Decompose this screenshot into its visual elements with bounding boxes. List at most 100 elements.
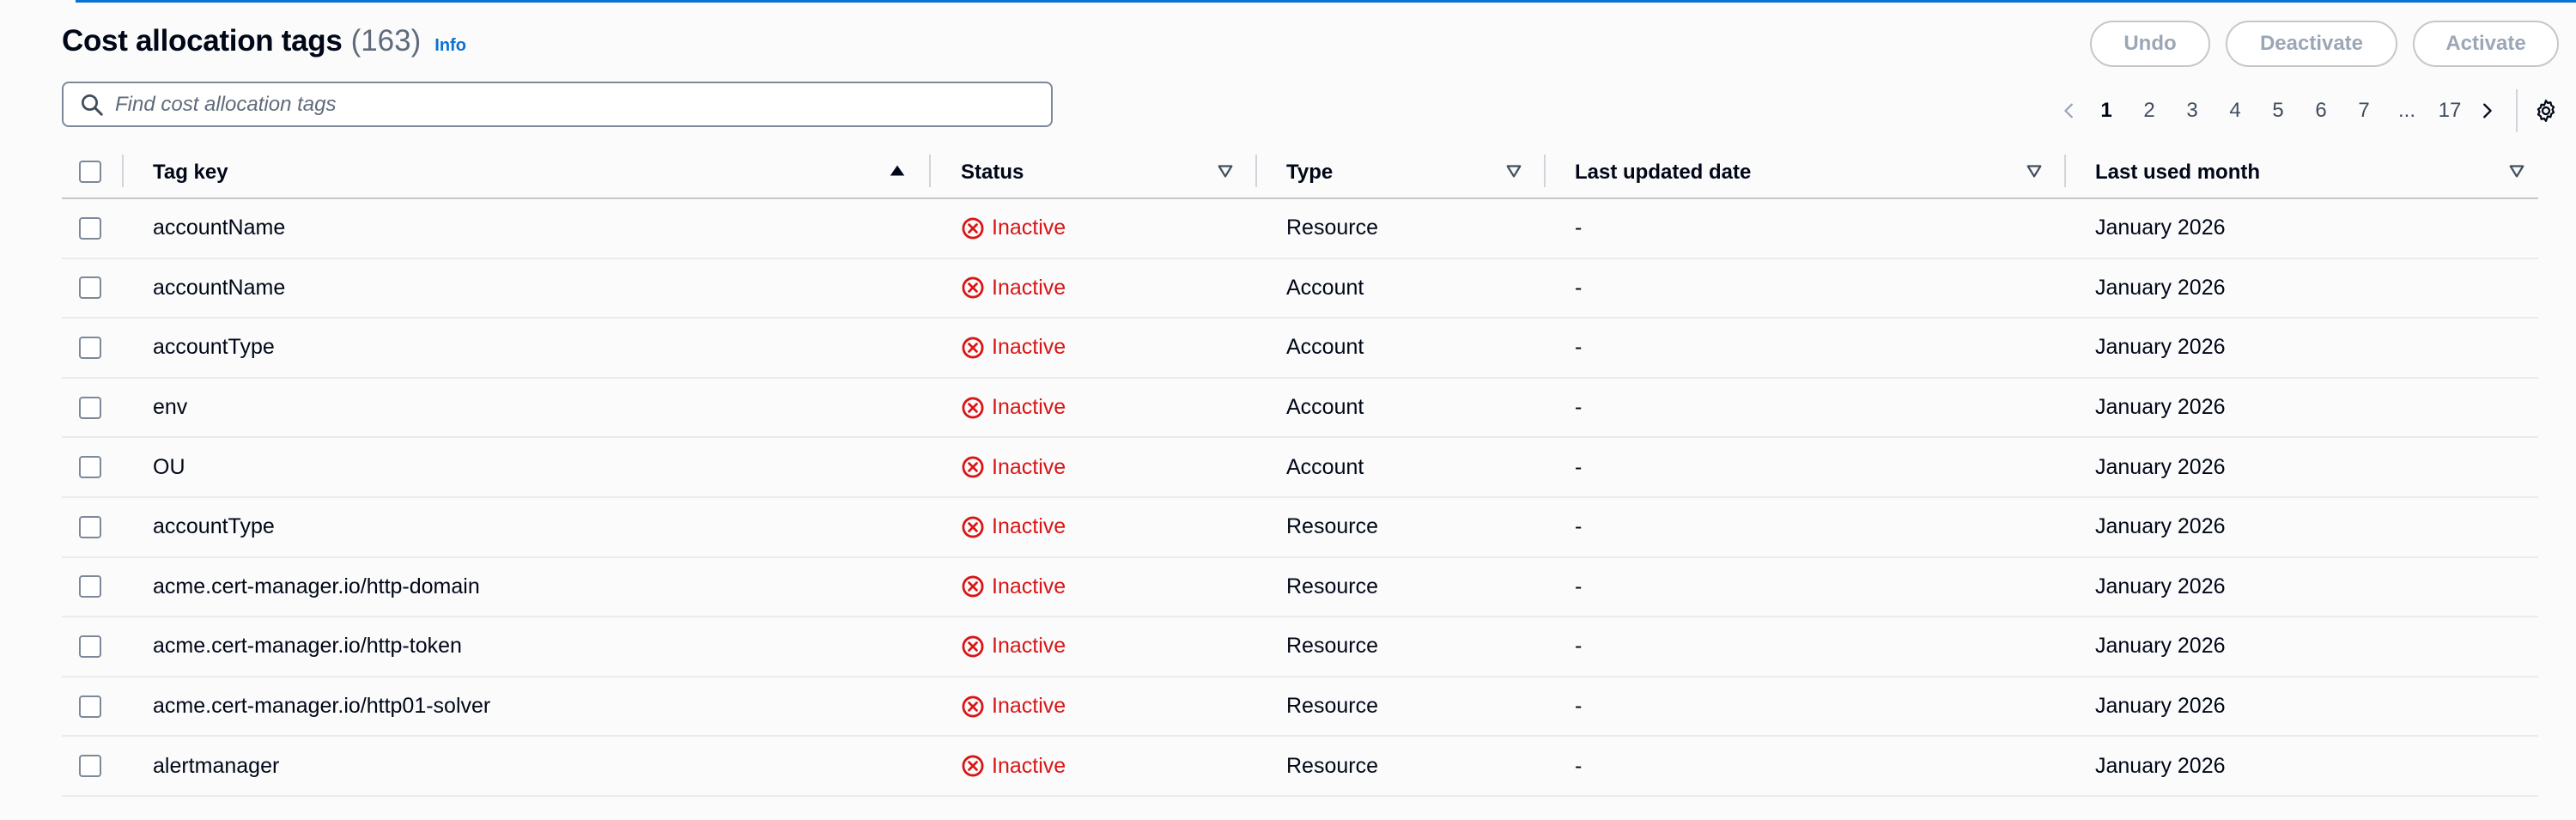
last-used-cell: January 2026 [2095, 634, 2226, 659]
table-row[interactable]: acme.cert-manager.io/http01-solver Inact… [62, 677, 2538, 738]
status-cell: Inactive [961, 259, 1066, 318]
inactive-status-icon [962, 695, 984, 718]
status-text: Inactive [992, 634, 1066, 659]
table-row[interactable]: OU Inactive Account - January 2026 [62, 438, 2538, 498]
sort-icon[interactable] [2025, 161, 2044, 180]
activate-button[interactable]: Activate [2413, 21, 2559, 67]
status-text: Inactive [992, 574, 1066, 598]
sort-icon[interactable] [2507, 161, 2526, 180]
row-checkbox[interactable] [79, 695, 101, 718]
sort-icon[interactable] [1216, 161, 1235, 180]
row-checkbox[interactable] [79, 276, 101, 300]
page-5[interactable]: 5 [2257, 99, 2300, 123]
last-used-cell: January 2026 [2095, 395, 2226, 420]
previous-page-icon[interactable] [2054, 95, 2085, 126]
type-cell: Resource [1286, 753, 1378, 778]
type-cell: Resource [1286, 694, 1378, 719]
last-used-cell: January 2026 [2095, 454, 2226, 479]
status-text: Inactive [992, 335, 1066, 360]
last-used-cell: January 2026 [2095, 275, 2226, 300]
last-updated-cell: - [1575, 514, 1583, 539]
status-text: Inactive [992, 454, 1066, 479]
gear-icon[interactable] [2530, 94, 2562, 127]
search-box[interactable] [62, 82, 1053, 127]
cost-allocation-tags-panel: Cost allocation tags (163) Info Undo Dea… [0, 0, 2576, 820]
info-link[interactable]: Info [434, 36, 466, 56]
table-header: Tag key Status Type Last updated date La… [62, 146, 2538, 199]
column-header-last-used[interactable]: Last used month [2095, 146, 2260, 199]
column-header-status[interactable]: Status [961, 146, 1024, 199]
inactive-status-icon [962, 397, 984, 419]
pagination-divider [2516, 89, 2518, 132]
table-row[interactable]: accountName Inactive Account - January 2… [62, 259, 2538, 319]
table-row[interactable]: accountType Inactive Account - January 2… [62, 319, 2538, 379]
last-used-cell: January 2026 [2095, 216, 2226, 240]
table-row[interactable]: acme.cert-manager.io/http-token Inactive… [62, 617, 2538, 677]
inactive-status-icon [962, 516, 984, 538]
column-divider [122, 155, 124, 187]
pagination: 1 2 3 4 5 6 7 ... 17 [2054, 89, 2562, 132]
page-6[interactable]: 6 [2300, 99, 2342, 123]
inactive-status-icon [962, 755, 984, 777]
tag-key-cell: OU [153, 454, 185, 479]
type-cell: Account [1286, 454, 1364, 479]
sort-ascending-icon[interactable] [888, 161, 907, 180]
tag-key-cell: acme.cert-manager.io/http-domain [153, 574, 480, 598]
last-used-cell: January 2026 [2095, 514, 2226, 539]
type-cell: Account [1286, 395, 1364, 420]
tag-count: (163) [350, 24, 422, 58]
row-checkbox[interactable] [79, 635, 101, 658]
inactive-status-icon [962, 217, 984, 240]
page-3[interactable]: 3 [2171, 99, 2214, 123]
last-updated-cell: - [1575, 574, 1583, 598]
column-label: Status [961, 161, 1024, 184]
page-1[interactable]: 1 [2085, 99, 2128, 123]
page-17[interactable]: 17 [2428, 99, 2471, 123]
row-checkbox[interactable] [79, 216, 101, 240]
inactive-status-icon [962, 276, 984, 299]
type-cell: Resource [1286, 216, 1378, 240]
table-row[interactable]: alertmanager Inactive Resource - January… [62, 737, 2538, 797]
row-checkbox[interactable] [79, 456, 101, 479]
table-row[interactable]: env Inactive Account - January 2026 [62, 379, 2538, 439]
tag-key-cell: alertmanager [153, 753, 280, 778]
table-row[interactable]: accountName Inactive Resource - January … [62, 199, 2538, 259]
sort-icon[interactable] [1504, 161, 1523, 180]
type-cell: Account [1286, 275, 1364, 300]
table-row[interactable]: accountType Inactive Resource - January … [62, 498, 2538, 558]
tag-key-cell: accountName [153, 275, 286, 300]
last-used-cell: January 2026 [2095, 335, 2226, 360]
column-label: Type [1286, 161, 1334, 184]
search-icon [82, 94, 103, 116]
row-checkbox[interactable] [79, 336, 101, 359]
column-header-tag-key[interactable]: Tag key [153, 146, 228, 199]
deactivate-button[interactable]: Deactivate [2226, 21, 2397, 67]
column-header-last-updated[interactable]: Last updated date [1575, 146, 1751, 199]
row-checkbox[interactable] [79, 515, 101, 538]
row-checkbox[interactable] [79, 396, 101, 419]
search-input[interactable] [115, 92, 1017, 117]
row-checkbox[interactable] [79, 575, 101, 598]
select-all-checkbox[interactable] [79, 161, 101, 183]
column-divider [1544, 155, 1546, 187]
page-2[interactable]: 2 [2128, 99, 2171, 123]
tag-key-cell: accountType [153, 514, 275, 539]
row-checkbox[interactable] [79, 755, 101, 778]
status-text: Inactive [992, 216, 1066, 240]
header-actions: Undo Deactivate Activate [2090, 21, 2559, 67]
status-text: Inactive [992, 753, 1066, 778]
type-cell: Account [1286, 335, 1364, 360]
panel-header: Cost allocation tags (163) Info [62, 24, 466, 58]
last-updated-cell: - [1575, 634, 1583, 659]
status-cell: Inactive [961, 319, 1066, 377]
last-updated-cell: - [1575, 753, 1583, 778]
page-4[interactable]: 4 [2214, 99, 2257, 123]
column-header-type[interactable]: Type [1286, 146, 1333, 199]
undo-button[interactable]: Undo [2090, 21, 2210, 67]
next-page-icon[interactable] [2471, 95, 2502, 126]
table-row[interactable]: acme.cert-manager.io/http-domain Inactiv… [62, 558, 2538, 618]
inactive-status-icon [962, 575, 984, 598]
tag-key-cell: accountName [153, 216, 286, 240]
last-updated-cell: - [1575, 335, 1583, 360]
page-7[interactable]: 7 [2342, 99, 2385, 123]
